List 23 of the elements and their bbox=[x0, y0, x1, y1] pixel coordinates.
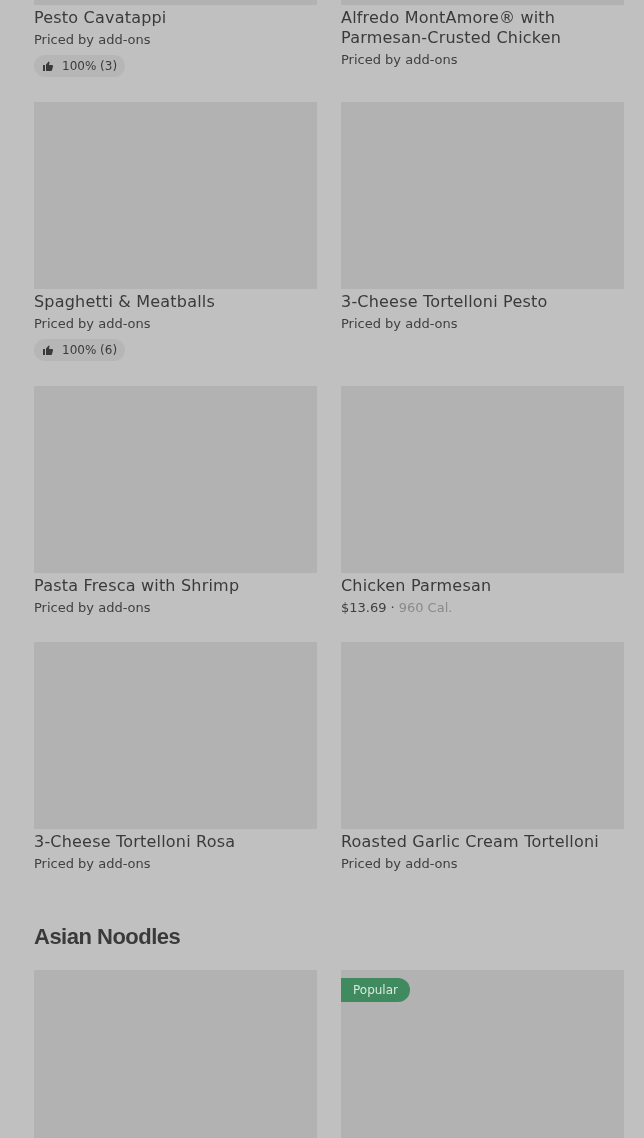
dish-name[interactable]: 3-Cheese Tortelloni Pesto bbox=[341, 292, 624, 312]
section-heading: Asian Noodles bbox=[34, 923, 182, 951]
price-text: Priced by add-ons bbox=[341, 315, 458, 333]
price-text: Priced by add-ons bbox=[341, 51, 458, 69]
price-text: Priced by add-ons bbox=[341, 855, 458, 873]
rating-text: 100% (6) bbox=[62, 342, 118, 359]
separator-dot: · bbox=[390, 599, 395, 617]
price-text: Priced by add-ons bbox=[34, 315, 151, 333]
thumbs-up-icon bbox=[42, 344, 54, 356]
price-text: Priced by add-ons bbox=[34, 599, 151, 617]
price-text: Priced by add-ons bbox=[34, 31, 151, 49]
dish-name[interactable]: Spaghetti & Meatballs bbox=[34, 292, 317, 312]
thumbs-up-icon bbox=[42, 60, 54, 72]
rating-text: 100% (3) bbox=[62, 58, 118, 75]
price-text: $13.69 bbox=[341, 599, 387, 617]
price-text: Priced by add-ons bbox=[34, 855, 151, 873]
dish-name[interactable]: Pasta Fresca with Shrimp bbox=[34, 576, 317, 596]
dish-name[interactable]: Chicken Parmesan bbox=[341, 576, 624, 596]
popular-badge: Popular bbox=[341, 978, 410, 1002]
dish-name[interactable]: Roasted Garlic Cream Tortelloni bbox=[341, 832, 624, 852]
dish-name[interactable]: 3-Cheese Tortelloni Rosa bbox=[34, 832, 317, 852]
dish-name[interactable]: Pesto Cavatappi bbox=[34, 8, 317, 28]
dish-name[interactable]: Alfredo MontAmore® with Parmesan-Crusted Chicken bbox=[341, 8, 624, 48]
